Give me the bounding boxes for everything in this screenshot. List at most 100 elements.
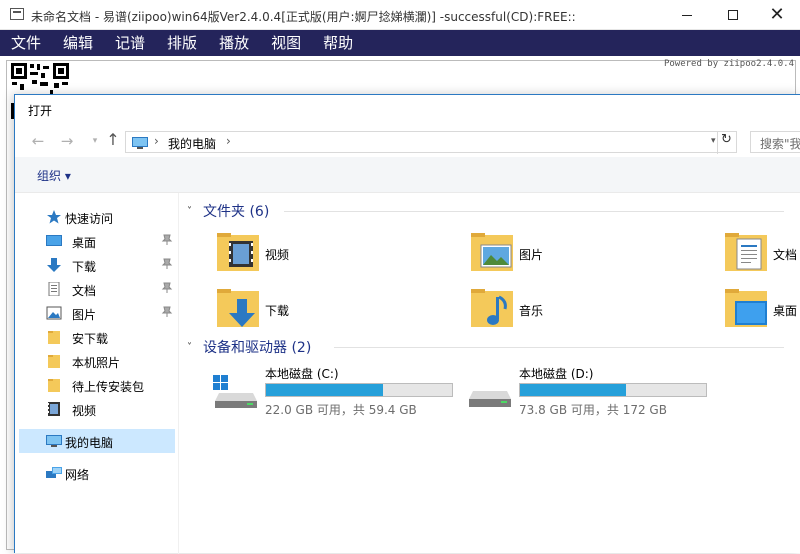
pin-icon[interactable] [161,282,173,294]
folders-group-header[interactable]: ˅ 文件夹 (6) [187,201,269,221]
minimize-button[interactable] [664,0,710,30]
documents-folder-icon [725,233,767,271]
menu-help[interactable]: 帮助 [312,30,364,56]
powered-by-label: Powered by ziipoo2.4.0.4 [663,59,794,69]
menu-play[interactable]: 播放 [208,30,260,56]
app-icon [10,8,24,20]
sidebar-item-desktop[interactable]: 桌面 [19,229,175,253]
folder-icon [48,379,60,392]
app-titlebar: 未命名文档 - 易谱(ziipoo)win64版Ver2.4.0.4[正式版(用… [0,0,800,30]
breadcrumb-this-pc[interactable]: 我的电脑 [168,135,216,152]
downloads-folder-icon [217,289,259,327]
navigation-pane: 快速访问 桌面 下载 文档 图片 安下载 本机照片 待上传安装包 视频 我的电脑… [15,193,179,554]
sidebar-item-network[interactable]: 网络 [19,461,175,485]
menubar: 文件 编辑 记谱 排版 播放 视图 帮助 [0,30,800,56]
drives-group-label: 设备和驱动器 (2) [203,340,312,356]
folder-name: 下载 [265,304,290,318]
folder-icon [48,355,60,368]
drives-group-header[interactable]: ˅ 设备和驱动器 (2) [187,337,311,357]
sidebar-item-label: 文档 [72,284,97,298]
organize-button[interactable]: 组织 ▾ [37,167,71,184]
recent-locations-chevron-icon[interactable]: ▾ [85,136,105,146]
sidebar-item-label: 本机照片 [72,356,121,370]
drive-usage-bar [265,383,453,397]
dialog-toolbar: 组织 ▾ [15,157,800,193]
menu-layout[interactable]: 排版 [156,30,208,56]
sidebar-item-label: 图片 [72,308,97,322]
drive-name: 本地磁盘 (C:) [265,367,339,381]
sidebar-item-label: 我的电脑 [65,436,114,450]
sidebar-item-documents[interactable]: 文档 [19,277,175,301]
sidebar-item-this-pc[interactable]: 我的电脑 [19,429,175,453]
app-title: 未命名文档 - 易谱(ziipoo)win64版Ver2.4.0.4[正式版(用… [31,10,576,24]
drive-usage-fill [520,384,627,396]
menu-view[interactable]: 视图 [260,30,312,56]
windows-drive-icon [213,375,257,408]
group-divider [334,347,784,348]
this-pc-icon [132,137,148,149]
star-icon [47,210,61,224]
drive-usage-bar [519,383,707,397]
navigation-bar: ← → ▾ ↑ › 我的电脑 › ▾ ↻ 搜索"我的电脑" [15,125,800,157]
sidebar-item-quick-access[interactable]: 快速访问 [19,205,175,229]
this-pc-icon [46,435,62,447]
up-arrow-icon[interactable]: ↑ [103,130,123,149]
desktop-folder-icon [725,289,767,327]
folder-name: 图片 [519,248,544,262]
address-bar[interactable]: › 我的电脑 › ▾ [125,131,737,153]
drive-item-c[interactable]: 本地磁盘 (C:) 22.0 GB 可用，共 59.4 GB [213,365,463,417]
sidebar-item-pictures[interactable]: 图片 [19,301,175,325]
back-arrow-icon[interactable]: ← [28,132,48,150]
menu-notation[interactable]: 记谱 [104,30,156,56]
folder-item-pictures[interactable]: 图片 [469,229,709,279]
sidebar-item-label: 桌面 [72,236,97,250]
refresh-icon[interactable]: ↻ [717,132,735,154]
folder-icon [48,331,60,344]
hard-drive-icon [469,391,511,407]
search-input[interactable]: 搜索"我的电脑" [750,131,800,153]
sidebar-item-videos[interactable]: 视频 [19,397,175,421]
sidebar-item-downloads[interactable]: 下载 [19,253,175,277]
drive-free-space: 73.8 GB 可用，共 172 GB [519,403,667,417]
pin-icon[interactable] [161,306,173,318]
close-button[interactable]: ✕ [754,0,800,30]
folder-item-videos[interactable]: 视频 [215,229,455,279]
folder-name: 桌面 [773,304,798,318]
collapse-chevron-icon[interactable]: ˅ [187,342,203,353]
network-icon [46,467,62,478]
menu-edit[interactable]: 编辑 [52,30,104,56]
pictures-folder-icon [471,233,513,271]
menu-file[interactable]: 文件 [0,30,52,56]
pin-icon[interactable] [161,258,173,270]
folder-item-desktop[interactable]: 桌面 [723,285,800,335]
document-icon [48,282,60,296]
drive-item-d[interactable]: 本地磁盘 (D:) 73.8 GB 可用，共 172 GB [467,365,717,417]
sidebar-item-folder[interactable]: 待上传安装包 [19,373,175,397]
breadcrumb-separator-icon: › [154,134,159,148]
dialog-title: 打开 [28,104,53,118]
pin-icon[interactable] [161,234,173,246]
music-folder-icon [471,289,513,327]
sidebar-item-label: 视频 [72,404,97,418]
folder-item-downloads[interactable]: 下载 [215,285,455,335]
sidebar-item-label: 网络 [65,468,90,482]
drive-name: 本地磁盘 (D:) [519,367,594,381]
forward-arrow-icon[interactable]: → [57,132,77,150]
collapse-chevron-icon[interactable]: ˅ [187,206,203,217]
folder-item-documents[interactable]: 文档 [723,229,800,279]
address-dropdown-icon[interactable]: ▾ [711,136,716,146]
breadcrumb-separator-icon[interactable]: › [226,134,231,148]
sidebar-item-folder[interactable]: 本机照片 [19,349,175,373]
folder-name: 文档 [773,248,798,262]
desktop-icon [46,235,62,246]
sidebar-item-label: 安下载 [72,332,109,346]
picture-icon [46,306,62,320]
close-icon: ✕ [769,4,785,25]
folders-group-label: 文件夹 (6) [203,204,270,220]
maximize-button[interactable] [710,0,756,30]
open-dialog: 打开 ← → ▾ ↑ › 我的电脑 › ▾ ↻ 搜索"我的电脑" 组织 ▾ 快速… [14,94,800,554]
drive-usage-fill [266,384,384,396]
download-icon [47,258,61,272]
sidebar-item-folder[interactable]: 安下载 [19,325,175,349]
folder-item-music[interactable]: 音乐 [469,285,709,335]
